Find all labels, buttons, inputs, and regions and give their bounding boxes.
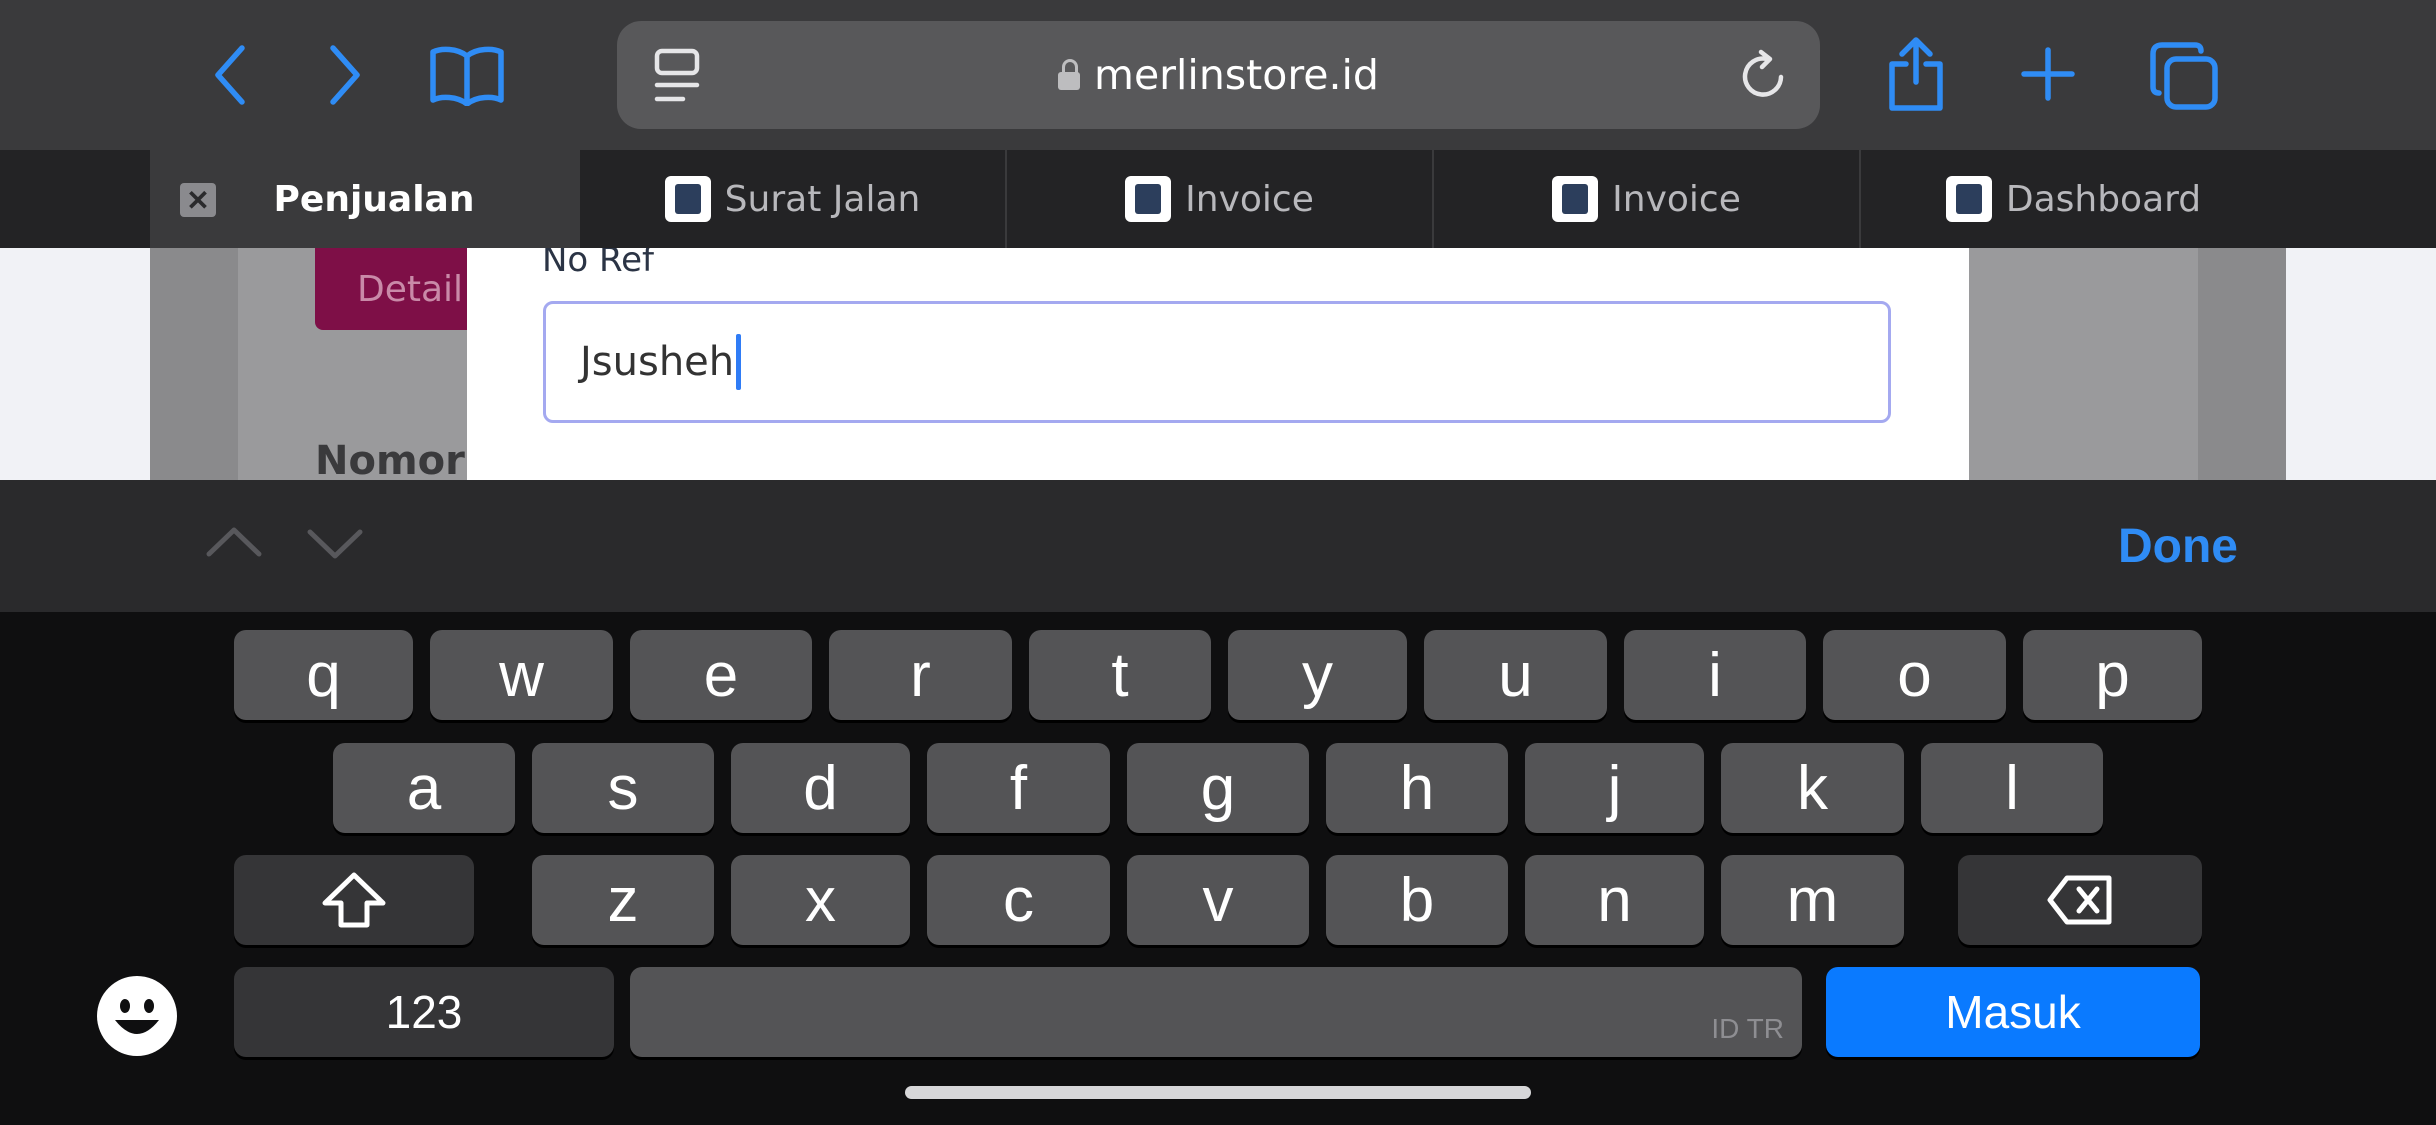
book-icon[interactable] — [428, 40, 506, 110]
no-ref-label: No Ref — [542, 248, 655, 280]
browser-toolbar: merlinstore.id — [0, 0, 2436, 150]
emoji-icon[interactable] — [97, 976, 177, 1056]
shift-icon — [322, 872, 386, 928]
space-key[interactable]: ID TR — [630, 967, 1802, 1057]
key-f[interactable]: f — [927, 743, 1110, 833]
chevron-up-icon[interactable] — [205, 520, 263, 571]
tab-dashboard[interactable]: Dashboard — [1859, 150, 2286, 248]
key-s[interactable]: s — [532, 743, 714, 833]
key-x[interactable]: x — [731, 855, 910, 945]
key-p[interactable]: p — [2023, 630, 2202, 720]
share-icon[interactable] — [1884, 34, 1948, 114]
tab-surat-jalan[interactable]: Surat Jalan — [578, 150, 1005, 248]
address-bar[interactable]: merlinstore.id — [617, 21, 1820, 129]
key-u[interactable]: u — [1424, 630, 1607, 720]
chevron-left-icon[interactable] — [205, 40, 255, 110]
keyboard-accessory-bar: Done — [0, 480, 2436, 612]
key-o[interactable]: o — [1823, 630, 2006, 720]
home-indicator — [905, 1086, 1531, 1099]
backspace-icon — [2047, 875, 2112, 925]
favicon-icon — [1552, 176, 1599, 222]
key-z[interactable]: z — [532, 855, 714, 945]
tab-label: Penjualan — [273, 178, 475, 220]
delete-key[interactable] — [1958, 855, 2202, 945]
shift-key[interactable] — [234, 855, 474, 945]
tab-bar: Penjualan Surat Jalan Invoice Invoice Da… — [0, 150, 2436, 248]
tab-invoice-2[interactable]: Invoice — [1432, 150, 1859, 248]
key-j[interactable]: j — [1525, 743, 1704, 833]
url-text: merlinstore.id — [1094, 51, 1379, 99]
key-h[interactable]: h — [1326, 743, 1508, 833]
key-n[interactable]: n — [1525, 855, 1704, 945]
text-caret — [736, 334, 742, 390]
key-m[interactable]: m — [1721, 855, 1904, 945]
key-d[interactable]: d — [731, 743, 910, 833]
key-a[interactable]: a — [333, 743, 515, 833]
input-value: Jsusheh — [580, 339, 735, 385]
close-tab-icon[interactable]: ✕ — [180, 183, 216, 217]
lock-icon — [1058, 59, 1081, 90]
nomor-label: Nomor — [315, 438, 465, 480]
key-k[interactable]: k — [1721, 743, 1904, 833]
language-hint: ID TR — [1711, 1013, 1784, 1044]
key-q[interactable]: q — [234, 630, 413, 720]
reload-icon[interactable] — [1735, 47, 1791, 105]
tab-invoice-1[interactable]: Invoice — [1005, 150, 1432, 248]
key-w[interactable]: w — [430, 630, 613, 720]
favicon-icon — [664, 176, 711, 222]
key-y[interactable]: y — [1228, 630, 1407, 720]
detail-button[interactable]: Detail — [315, 248, 485, 330]
chevron-right-icon[interactable] — [320, 40, 370, 110]
key-b[interactable]: b — [1326, 855, 1508, 945]
enter-key[interactable]: Masuk — [1826, 967, 2200, 1057]
tab-label: Invoice — [1185, 178, 1314, 220]
tab-label: Surat Jalan — [724, 178, 921, 220]
favicon-icon — [1945, 176, 1992, 222]
key-t[interactable]: t — [1029, 630, 1211, 720]
chevron-down-icon[interactable] — [306, 520, 364, 571]
plus-icon[interactable] — [2018, 44, 2078, 104]
key-e[interactable]: e — [630, 630, 812, 720]
key-v[interactable]: v — [1127, 855, 1309, 945]
done-button[interactable]: Done — [2118, 480, 2238, 612]
key-l[interactable]: l — [1921, 743, 2103, 833]
tab-label: Invoice — [1612, 178, 1741, 220]
tab-label: Dashboard — [2005, 178, 2202, 220]
favicon-icon — [1125, 176, 1172, 222]
key-c[interactable]: c — [927, 855, 1110, 945]
key-g[interactable]: g — [1127, 743, 1309, 833]
web-page: Detail Nomor No Ref Jsusheh — [0, 248, 2436, 480]
tabs-icon[interactable] — [2148, 40, 2220, 112]
numbers-key[interactable]: 123 — [234, 967, 614, 1057]
key-r[interactable]: r — [829, 630, 1012, 720]
no-ref-input[interactable]: Jsusheh — [543, 301, 1891, 423]
key-i[interactable]: i — [1624, 630, 1806, 720]
url-display[interactable]: merlinstore.id — [617, 21, 1820, 129]
modal-dialog: No Ref Jsusheh — [467, 248, 1969, 480]
